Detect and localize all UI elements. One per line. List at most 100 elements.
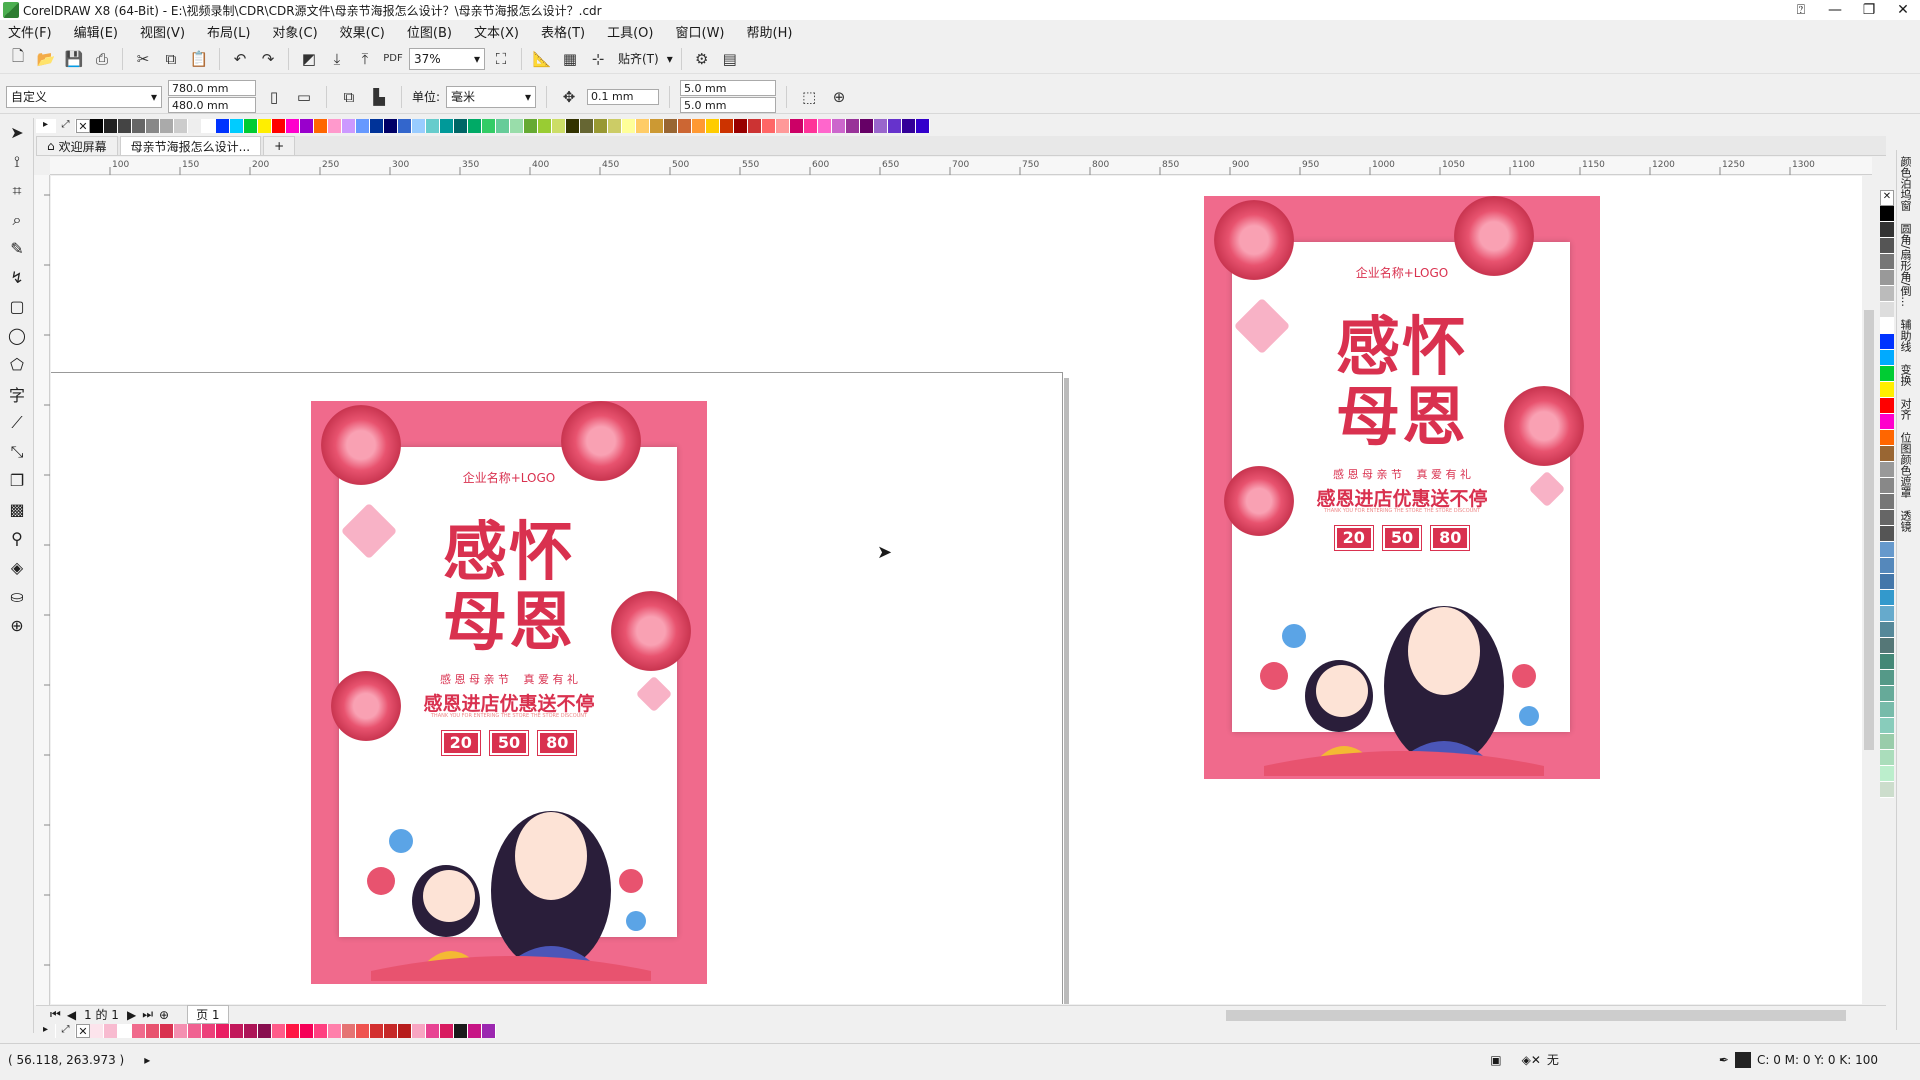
palette-scroll-icon[interactable]: ▸ — [36, 1024, 56, 1038]
color-swatch[interactable] — [888, 119, 902, 133]
color-swatch[interactable] — [818, 119, 832, 133]
color-swatch[interactable] — [1880, 734, 1894, 750]
docker-tab-align[interactable]: 对齐 — [1897, 392, 1913, 426]
menu-text[interactable]: 文本(X) — [474, 22, 519, 41]
docker-tab-bitmap-mask[interactable]: 位图颜色遮罩 — [1897, 426, 1913, 504]
copy-icon[interactable]: ⧉ — [159, 47, 183, 71]
color-swatch[interactable] — [454, 119, 468, 133]
polygon-tool-icon[interactable]: ⬠ — [0, 350, 34, 379]
transparency-tool-icon[interactable]: ▩ — [0, 495, 34, 524]
import-icon[interactable]: ⤓ — [325, 47, 349, 71]
next-page-icon[interactable]: ▶ — [127, 1008, 136, 1022]
menu-view[interactable]: 视图(V) — [140, 22, 185, 41]
color-swatch[interactable] — [1880, 430, 1894, 446]
docker-tab-transform[interactable]: 变换 — [1897, 358, 1913, 392]
color-swatch[interactable] — [1880, 558, 1894, 574]
no-color-swatch[interactable]: ✕ — [1880, 190, 1894, 206]
all-pages-icon[interactable]: ⧉ — [337, 85, 361, 109]
color-swatch[interactable] — [174, 1024, 188, 1038]
redo-icon[interactable]: ↷ — [256, 47, 280, 71]
color-swatch[interactable] — [454, 1024, 468, 1038]
zoom-level-combo[interactable]: 37% ▾ — [409, 47, 485, 70]
color-swatch[interactable] — [146, 119, 160, 133]
color-swatch[interactable] — [1880, 238, 1894, 254]
zoom-tool-icon[interactable]: ⌕ — [0, 205, 34, 234]
color-swatch[interactable] — [216, 1024, 230, 1038]
color-swatch[interactable] — [468, 119, 482, 133]
color-swatch[interactable] — [706, 119, 720, 133]
menu-tools[interactable]: 工具(O) — [607, 22, 653, 41]
color-swatch[interactable] — [538, 119, 552, 133]
color-swatch[interactable] — [272, 1024, 286, 1038]
pick-tool-icon[interactable]: ➤ — [0, 118, 34, 147]
parallel-dimension-tool-icon[interactable]: ⟋ — [0, 408, 34, 437]
cut-icon[interactable]: ✂ — [131, 47, 155, 71]
color-swatch[interactable] — [90, 1024, 104, 1038]
color-swatch[interactable] — [188, 1024, 202, 1038]
color-swatch[interactable] — [1880, 382, 1894, 398]
color-swatch[interactable] — [916, 119, 930, 133]
menu-table[interactable]: 表格(T) — [541, 22, 585, 41]
color-swatch[interactable] — [412, 1024, 426, 1038]
units-combo[interactable]: 毫米 ▾ — [446, 85, 537, 108]
color-swatch[interactable] — [286, 119, 300, 133]
color-swatch[interactable] — [1880, 526, 1894, 542]
poster-left[interactable]: 企业名称+LOGO 感怀 母恩 感 恩 母 亲 节 真 爱 有 礼 感恩进店优惠… — [311, 401, 707, 984]
color-swatch[interactable] — [272, 119, 286, 133]
color-swatch[interactable] — [1880, 222, 1894, 238]
docker-tab-guidelines[interactable]: 辅助线 — [1897, 313, 1913, 358]
menu-bitmaps[interactable]: 位图(B) — [407, 22, 452, 41]
no-color-swatch[interactable]: ✕ — [76, 1024, 90, 1038]
color-swatch[interactable] — [1880, 478, 1894, 494]
menu-file[interactable]: 文件(F) — [8, 22, 52, 41]
close-button[interactable]: ✕ — [1886, 0, 1920, 20]
page-width-field[interactable]: 780.0 mm — [168, 80, 256, 96]
color-swatch[interactable] — [874, 119, 888, 133]
ellipse-tool-icon[interactable]: ◯ — [0, 321, 34, 350]
color-swatch[interactable] — [342, 119, 356, 133]
color-swatch[interactable] — [1880, 606, 1894, 622]
color-swatch[interactable] — [412, 119, 426, 133]
color-swatch[interactable] — [482, 119, 496, 133]
color-swatch[interactable] — [692, 119, 706, 133]
color-swatch[interactable] — [258, 119, 272, 133]
color-swatch[interactable] — [650, 119, 664, 133]
color-swatch[interactable] — [1880, 286, 1894, 302]
color-swatch[interactable] — [1880, 318, 1894, 334]
menu-object[interactable]: 对象(C) — [272, 22, 317, 41]
export-icon[interactable]: ⤒ — [353, 47, 377, 71]
current-page-icon[interactable]: ▙ — [367, 85, 391, 109]
outline-color-swatch[interactable] — [1734, 1051, 1751, 1068]
color-swatch[interactable] — [300, 119, 314, 133]
color-swatch[interactable] — [1880, 574, 1894, 590]
color-swatch[interactable] — [118, 1024, 132, 1038]
docker-tab-color[interactable]: 颜色泊坞窗 — [1897, 150, 1913, 217]
color-swatch[interactable] — [1880, 766, 1894, 782]
color-swatch[interactable] — [426, 119, 440, 133]
color-swatch[interactable] — [1880, 446, 1894, 462]
color-swatch[interactable] — [804, 119, 818, 133]
nudge-distance-field[interactable]: 0.1 mm — [587, 88, 660, 105]
color-swatch[interactable] — [90, 119, 104, 133]
drawing-canvas[interactable]: 企业名称+LOGO 感怀 母恩 感 恩 母 亲 节 真 爱 有 礼 感恩进店优惠… — [51, 176, 1871, 1004]
interactive-fill-tool-icon[interactable]: ◈ — [0, 553, 34, 582]
docker-tab-lens[interactable]: 透镜 — [1897, 504, 1913, 538]
color-swatch[interactable] — [1880, 206, 1894, 222]
color-swatch[interactable] — [1880, 702, 1894, 718]
color-swatch[interactable] — [748, 119, 762, 133]
menu-window[interactable]: 窗口(W) — [676, 22, 725, 41]
palette-flyout-icon[interactable]: ⤢ — [56, 1024, 76, 1038]
color-swatch[interactable] — [734, 119, 748, 133]
color-swatch[interactable] — [1880, 638, 1894, 654]
pdf-icon[interactable]: PDF — [381, 47, 405, 71]
palette-scroll-icon[interactable]: ▸ — [36, 119, 56, 133]
menu-layout[interactable]: 布局(L) — [207, 22, 250, 41]
color-swatch[interactable] — [146, 1024, 160, 1038]
color-swatch[interactable] — [524, 119, 538, 133]
color-eyedropper-tool-icon[interactable]: ⚲ — [0, 524, 34, 553]
page-tab[interactable]: 页 1 — [187, 1005, 229, 1024]
color-swatch[interactable] — [1880, 510, 1894, 526]
color-swatch[interactable] — [1880, 350, 1894, 366]
color-swatch[interactable] — [132, 1024, 146, 1038]
color-swatch[interactable] — [832, 119, 846, 133]
